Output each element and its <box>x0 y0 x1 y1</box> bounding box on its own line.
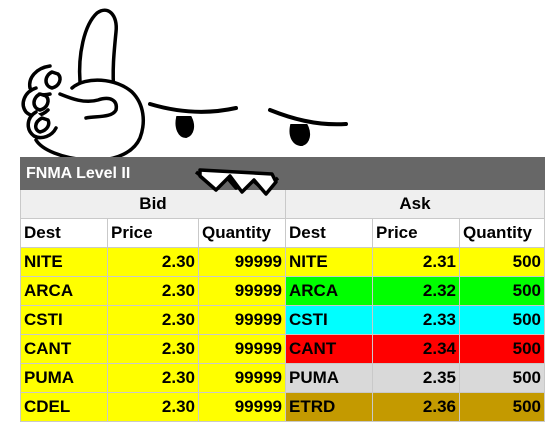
bid-quantity-cell: 99999 <box>198 334 286 364</box>
bid-price-cell: 2.30 <box>107 305 199 335</box>
title-row: FNMA Level II <box>20 157 545 190</box>
ask-price-cell: 2.34 <box>372 334 460 364</box>
table-title: FNMA Level II <box>20 157 545 190</box>
column-header-row: Dest Price Quantity Dest Price Quantity <box>20 218 545 248</box>
level-ii-quote-table: FNMA Level II Bid Ask Dest Price Quantit… <box>20 157 545 422</box>
angry-eye-icon <box>148 102 348 147</box>
bid-quantity-cell: 99999 <box>198 247 286 277</box>
table-row: CANT 2.30 99999 CANT 2.34 500 <box>20 334 545 364</box>
bid-price-header: Price <box>107 218 199 248</box>
bid-quantity-header: Quantity <box>198 218 286 248</box>
pointing-hand-icon <box>21 8 146 163</box>
bid-price-cell: 2.30 <box>107 334 199 364</box>
table-row: PUMA 2.30 99999 PUMA 2.35 500 <box>20 363 545 393</box>
bid-price-cell: 2.30 <box>107 363 199 393</box>
side-header-row: Bid Ask <box>20 189 545 219</box>
ask-quantity-cell: 500 <box>459 247 545 277</box>
ask-dest-cell: CSTI <box>285 305 373 335</box>
ask-price-header: Price <box>372 218 460 248</box>
ask-quantity-cell: 500 <box>459 363 545 393</box>
table-row: CDEL 2.30 99999 ETRD 2.36 500 <box>20 392 545 422</box>
table-row: NITE 2.30 99999 NITE 2.31 500 <box>20 247 545 277</box>
bid-price-cell: 2.30 <box>107 392 199 422</box>
ask-quantity-cell: 500 <box>459 276 545 306</box>
ask-dest-header: Dest <box>285 218 373 248</box>
bid-dest-cell: PUMA <box>20 363 108 393</box>
bid-dest-cell: CDEL <box>20 392 108 422</box>
bid-dest-cell: CANT <box>20 334 108 364</box>
ask-price-cell: 2.32 <box>372 276 460 306</box>
ask-dest-cell: CANT <box>285 334 373 364</box>
ask-price-cell: 2.33 <box>372 305 460 335</box>
bid-quantity-cell: 99999 <box>198 276 286 306</box>
ask-quantity-cell: 500 <box>459 305 545 335</box>
bid-dest-header: Dest <box>20 218 108 248</box>
ask-side-header: Ask <box>285 189 545 219</box>
table-row: CSTI 2.30 99999 CSTI 2.33 500 <box>20 305 545 335</box>
bid-dest-cell: CSTI <box>20 305 108 335</box>
ask-quantity-header: Quantity <box>459 218 545 248</box>
ask-quantity-cell: 500 <box>459 392 545 422</box>
table-row: ARCA 2.30 99999 ARCA 2.32 500 <box>20 276 545 306</box>
bid-quantity-cell: 99999 <box>198 305 286 335</box>
bid-quantity-cell: 99999 <box>198 363 286 393</box>
bid-quantity-cell: 99999 <box>198 392 286 422</box>
ask-price-cell: 2.35 <box>372 363 460 393</box>
ask-price-cell: 2.36 <box>372 392 460 422</box>
bid-dest-cell: NITE <box>20 247 108 277</box>
ask-dest-cell: NITE <box>285 247 373 277</box>
ask-price-cell: 2.31 <box>372 247 460 277</box>
bid-price-cell: 2.30 <box>107 247 199 277</box>
bid-side-header: Bid <box>20 189 286 219</box>
bid-price-cell: 2.30 <box>107 276 199 306</box>
ask-dest-cell: ARCA <box>285 276 373 306</box>
bid-dest-cell: ARCA <box>20 276 108 306</box>
ask-dest-cell: ETRD <box>285 392 373 422</box>
ask-dest-cell: PUMA <box>285 363 373 393</box>
ask-quantity-cell: 500 <box>459 334 545 364</box>
